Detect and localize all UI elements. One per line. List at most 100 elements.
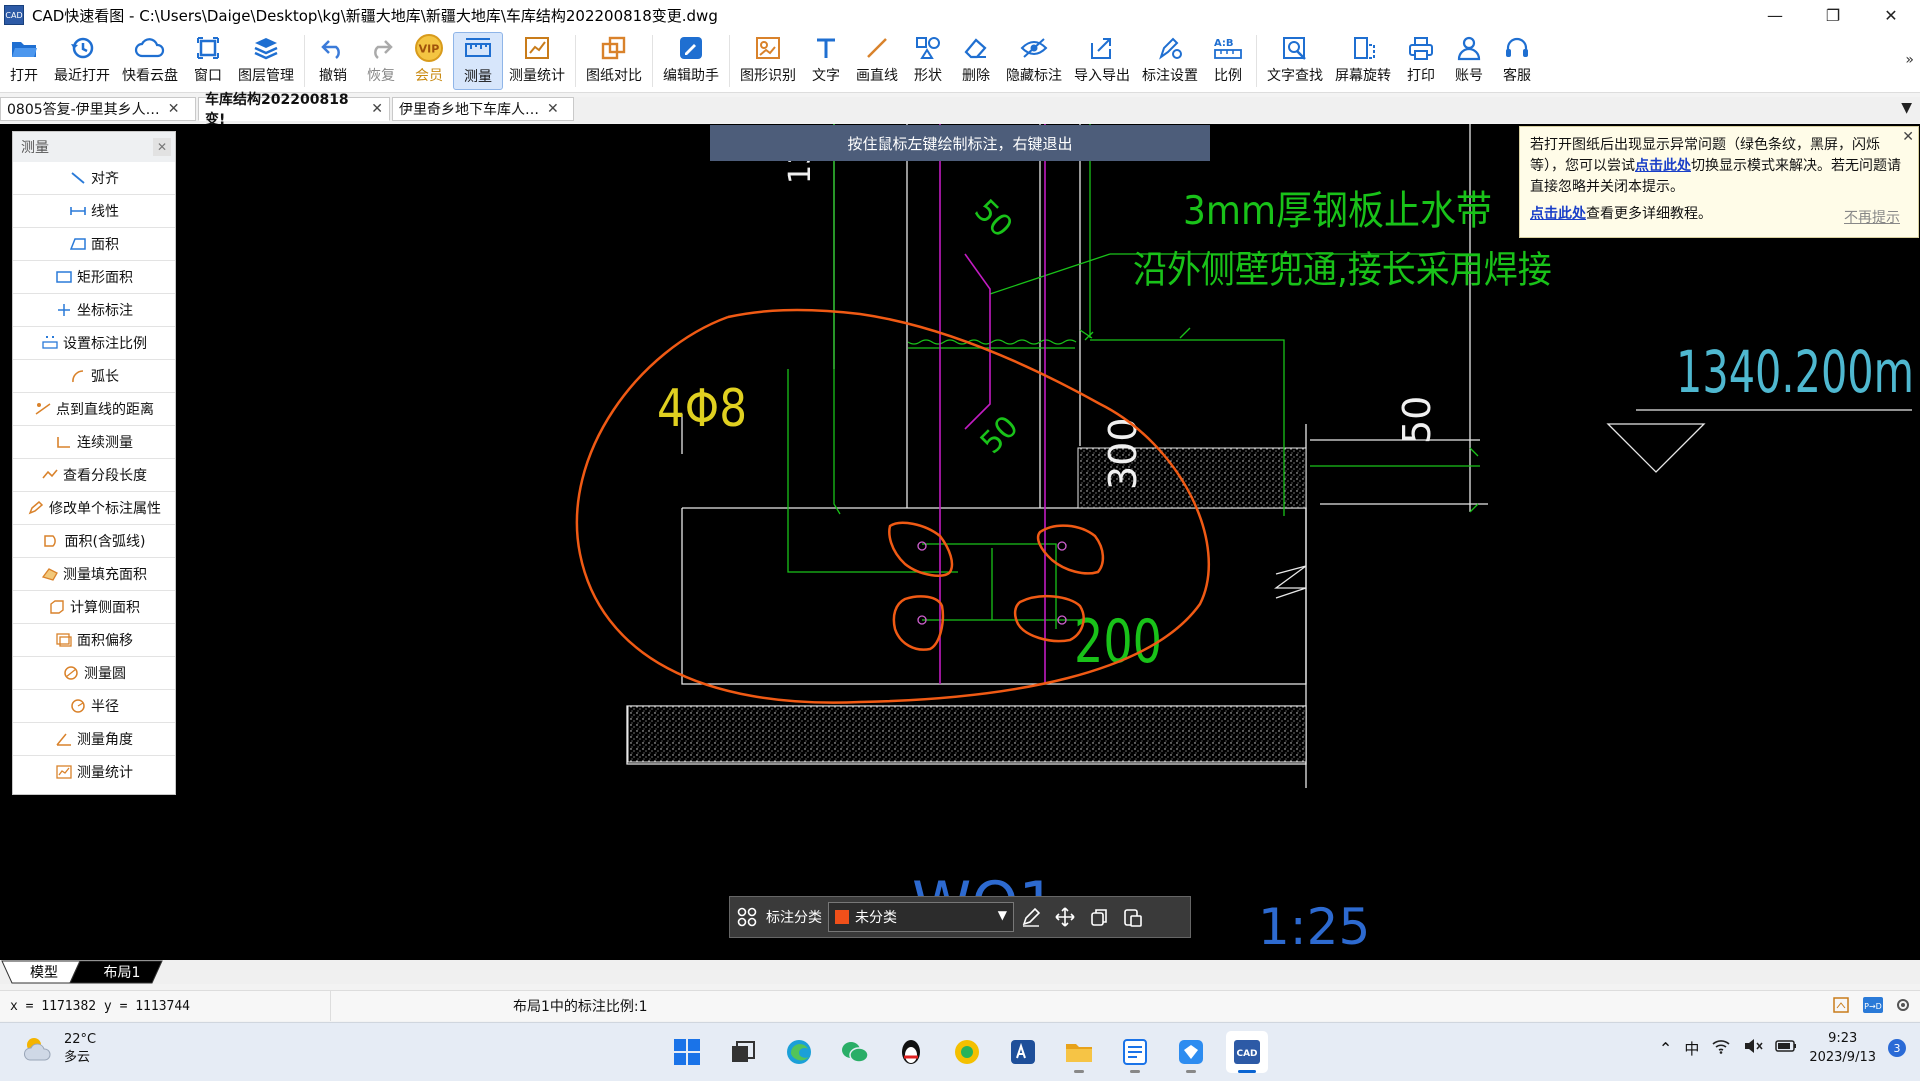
measure-rect-area[interactable]: 矩形面积 (13, 261, 175, 294)
notification-badge[interactable]: 3 (1888, 1039, 1906, 1057)
measure-continuous[interactable]: 连续测量 (13, 426, 175, 459)
wechat-app[interactable] (834, 1031, 876, 1073)
pen-app[interactable] (1002, 1031, 1044, 1073)
popup-close-icon[interactable]: ✕ (1902, 127, 1914, 148)
music-app[interactable] (946, 1031, 988, 1073)
line-button[interactable]: 画直线 (850, 32, 904, 90)
layers-button[interactable]: 图层管理 (232, 32, 300, 90)
measure-area[interactable]: 面积 (13, 228, 175, 261)
tab-doc-3[interactable]: 伊里奇乡地下车库人… ✕ (392, 97, 574, 121)
measure-side-area[interactable]: 计算侧面积 (13, 591, 175, 624)
measure-panel-close-icon[interactable]: ✕ (153, 138, 171, 156)
measure-statistics[interactable]: 测量统计 (13, 756, 175, 788)
edge-app[interactable] (778, 1031, 820, 1073)
open-button[interactable]: 打开 (0, 32, 48, 90)
file-explorer-app[interactable] (1058, 1031, 1100, 1073)
maximize-button[interactable]: ❐ (1804, 0, 1862, 30)
tab-close-icon[interactable]: ✕ (547, 101, 559, 117)
tab-doc-2[interactable]: 车库结构202200818变! ✕ (198, 92, 390, 128)
settings-icon[interactable] (1894, 996, 1912, 1018)
rotate-button[interactable]: 屏幕旋转 (1329, 32, 1397, 90)
measure-radius[interactable]: 半径 (13, 690, 175, 723)
measure-button[interactable]: 测量 (453, 32, 503, 90)
measure-area-offset[interactable]: 面积偏移 (13, 624, 175, 657)
measure-angle[interactable]: 测量角度 (13, 723, 175, 756)
clock-time: 9:23 (1828, 1031, 1858, 1046)
annot-settings-button[interactable]: 标注设置 (1136, 32, 1204, 90)
tabs-menu-button[interactable]: ▼ (1901, 100, 1912, 116)
pen-tool-icon (1011, 1040, 1035, 1064)
printer-icon (1403, 32, 1439, 64)
window-button[interactable]: 窗口 (184, 32, 232, 90)
text-button[interactable]: 文字 (802, 32, 850, 90)
recent-button[interactable]: 最近打开 (48, 32, 116, 90)
volume-muted-icon[interactable] (1743, 1038, 1763, 1058)
service-button[interactable]: 客服 (1493, 32, 1541, 90)
measure-edit-single[interactable]: 修改单个标注属性 (13, 492, 175, 525)
scale-button[interactable]: A:B 比例 (1204, 32, 1252, 90)
measure-circle[interactable]: 测量圆 (13, 657, 175, 690)
dont-show-again-link[interactable]: 不再提示 (1844, 208, 1900, 229)
shape-button[interactable]: 形状 (904, 32, 952, 90)
task-view-button[interactable] (722, 1031, 764, 1073)
clock[interactable]: 9:23 2023/9/13 (1809, 1029, 1876, 1067)
tab-close-icon[interactable]: ✕ (371, 101, 383, 117)
area-arc-icon (43, 533, 61, 549)
wifi-icon[interactable] (1711, 1038, 1731, 1058)
edit-icon[interactable] (1014, 900, 1048, 934)
measure-align[interactable]: 对齐 (13, 162, 175, 195)
delete-button[interactable]: 删除 (952, 32, 1000, 90)
measure-set-scale[interactable]: 设置标注比例 (13, 327, 175, 360)
print-button[interactable]: 打印 (1397, 32, 1445, 90)
tab-model[interactable]: 模型 (14, 960, 74, 983)
drawing-canvas[interactable]: 3mm厚钢板止水带 沿外侧壁兜通,接长采用焊接 1340.200m 4Φ8 20… (0, 124, 1920, 960)
toolbar-overflow-button[interactable]: » (1905, 52, 1914, 68)
undo-button[interactable]: 撤销 (309, 32, 357, 90)
redo-button[interactable]: 恢复 (357, 32, 405, 90)
measure-point-line[interactable]: 点到直线的距离 (13, 393, 175, 426)
switch-mode-link[interactable]: 点击此处 (1635, 158, 1691, 174)
battery-icon[interactable] (1775, 1039, 1797, 1057)
measure-linear[interactable]: 线性 (13, 195, 175, 228)
tab-close-icon[interactable]: ✕ (168, 101, 180, 117)
hint-banner: 按住鼠标左键绘制标注，右键退出 (710, 125, 1210, 161)
document-app[interactable] (1114, 1031, 1156, 1073)
annotation-category-bar: 标注分类 未分类 ▼ (729, 896, 1191, 938)
weather-widget[interactable]: 22°C 多云 (22, 1031, 96, 1067)
hide-annot-button[interactable]: 隐藏标注 (1000, 32, 1068, 90)
vip-button[interactable]: VIP 会员 (405, 32, 453, 90)
measure-fill-area[interactable]: 测量填充面积 (13, 558, 175, 591)
pdf-convert-icon[interactable]: P→D (1862, 996, 1884, 1018)
cad-viewer-app[interactable]: CAD (1226, 1031, 1268, 1073)
measure-area-arc[interactable]: 面积(含弧线) (13, 525, 175, 558)
tray-overflow-icon[interactable]: ⌃ (1659, 1039, 1672, 1058)
text-search-button[interactable]: 文字查找 (1261, 32, 1329, 90)
measure-coord[interactable]: 坐标标注 (13, 294, 175, 327)
annotation-category-select[interactable]: 未分类 ▼ (828, 902, 1014, 932)
snapshot-icon[interactable] (1832, 996, 1852, 1018)
measure-arc[interactable]: 弧长 (13, 360, 175, 393)
cloud-button[interactable]: 快看云盘 (116, 32, 184, 90)
tab-layout1[interactable]: 布局1 (92, 960, 152, 983)
account-button[interactable]: 账号 (1445, 32, 1493, 90)
tutorial-link[interactable]: 点击此处 (1530, 206, 1586, 222)
cloud-drive-app[interactable] (1170, 1031, 1212, 1073)
paste-icon[interactable] (1116, 900, 1150, 934)
measure-segments[interactable]: 查看分段长度 (13, 459, 175, 492)
ime-indicator[interactable]: 中 (1684, 1038, 1699, 1059)
copy-icon[interactable] (1082, 900, 1116, 934)
start-button[interactable] (666, 1031, 708, 1073)
move-icon[interactable] (1048, 900, 1082, 934)
cloud-label: 快看云盘 (122, 68, 178, 84)
minimize-button[interactable]: — (1746, 0, 1804, 30)
close-button[interactable]: ✕ (1862, 0, 1920, 30)
measure-stats-button[interactable]: 测量统计 (503, 32, 571, 90)
grid-apps-icon[interactable] (730, 900, 764, 934)
edit-helper-button[interactable]: 编辑助手 (657, 32, 725, 90)
qq-app[interactable] (890, 1031, 932, 1073)
shape-recog-button[interactable]: 图形识别 (734, 32, 802, 90)
compare-button[interactable]: 图纸对比 (580, 32, 648, 90)
document-icon (1123, 1039, 1147, 1065)
import-export-button[interactable]: 导入导出 (1068, 32, 1136, 90)
tab-doc-1[interactable]: 0805答复-伊里其乡人… ✕ (0, 97, 196, 121)
